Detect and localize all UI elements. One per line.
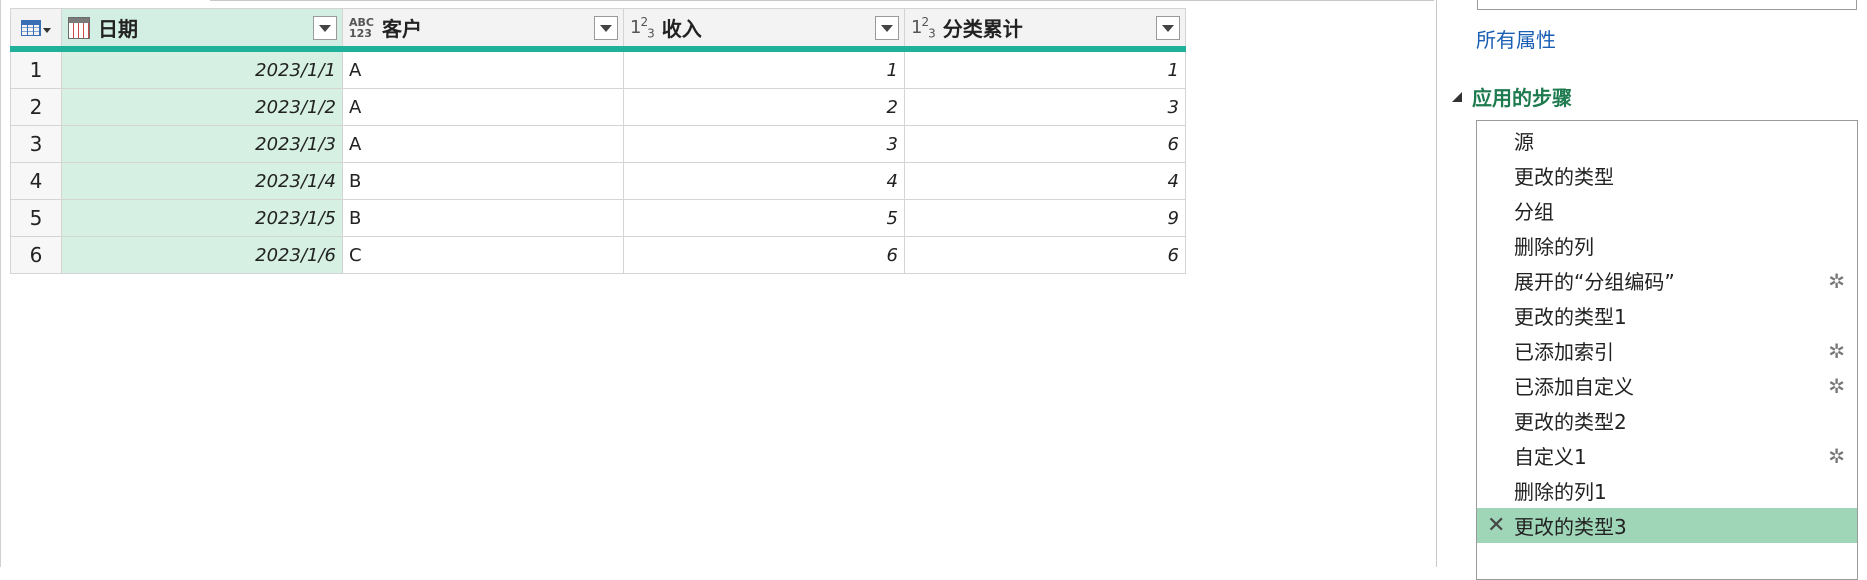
cell-date[interactable]: 2023/1/5 <box>61 199 343 237</box>
column-header-label: 日期 <box>98 17 138 41</box>
row-number: 2 <box>10 88 62 126</box>
step-label: 源 <box>1514 130 1534 154</box>
column-header-cumulative[interactable]: 123 分类累计 <box>904 8 1186 52</box>
step-label: 分组 <box>1514 200 1554 224</box>
step-label: 已添加自定义 <box>1514 375 1634 399</box>
cell-cumulative[interactable]: 9 <box>904 199 1186 237</box>
column-header-label: 分类累计 <box>942 17 1023 41</box>
cell-customer[interactable]: B <box>342 162 624 200</box>
step-item[interactable]: 更改的类型 <box>1477 158 1857 193</box>
step-item[interactable]: 分组 <box>1477 193 1857 228</box>
gear-icon[interactable]: ✲ <box>1828 269 1845 293</box>
step-item[interactable]: 已添加自定义 ✲ <box>1477 368 1857 403</box>
cell-date[interactable]: 2023/1/3 <box>61 125 343 163</box>
gear-icon[interactable]: ✲ <box>1828 339 1845 363</box>
column-header-date[interactable]: 日期 <box>61 8 343 52</box>
cell-income[interactable]: 5 <box>623 199 905 237</box>
cell-income[interactable]: 3 <box>623 125 905 163</box>
step-label: 自定义1 <box>1514 445 1587 469</box>
cell-date[interactable]: 2023/1/1 <box>61 48 343 89</box>
step-label: 更改的类型2 <box>1514 410 1627 434</box>
cell-income[interactable]: 1 <box>623 48 905 89</box>
cell-cumulative[interactable]: 1 <box>904 48 1186 89</box>
step-item[interactable]: 已添加索引 ✲ <box>1477 333 1857 368</box>
table-row[interactable]: 5 2023/1/5 B 5 9 <box>10 199 1186 237</box>
step-item-active[interactable]: ✕ 更改的类型3 <box>1477 508 1857 543</box>
step-item[interactable]: 删除的列 <box>1477 228 1857 263</box>
cell-cumulative[interactable]: 3 <box>904 88 1186 126</box>
table-row[interactable]: 4 2023/1/4 B 4 4 <box>10 162 1186 200</box>
step-item[interactable]: 更改的类型2 <box>1477 403 1857 438</box>
step-item[interactable]: 展开的“分组编码” ✲ <box>1477 263 1857 298</box>
column-header-income[interactable]: 123 收入 <box>623 8 905 52</box>
gear-icon[interactable]: ✲ <box>1828 374 1845 398</box>
step-label: 展开的“分组编码” <box>1514 270 1675 294</box>
calendar-type-icon[interactable] <box>68 16 90 39</box>
applied-steps-list: 源 更改的类型 分组 删除的列 展开的“分组编码” ✲ 更改的类型1 已添加索引… <box>1476 120 1858 580</box>
all-properties-link[interactable]: 所有属性 <box>1476 24 1556 53</box>
step-item[interactable]: 更改的类型1 <box>1477 298 1857 333</box>
table-row[interactable]: 6 2023/1/6 C 6 6 <box>10 236 1186 274</box>
filter-dropdown-button[interactable] <box>1156 16 1180 40</box>
gear-icon[interactable]: ✲ <box>1828 444 1845 468</box>
query-name-input[interactable] <box>1477 0 1857 10</box>
row-number: 6 <box>10 236 62 274</box>
column-header-label: 客户 <box>381 17 422 41</box>
filter-dropdown-button[interactable] <box>594 16 618 40</box>
table-row[interactable]: 1 2023/1/1 A 1 1 <box>10 48 1186 89</box>
step-item[interactable]: 自定义1 ✲ <box>1477 438 1857 473</box>
left-edge <box>0 0 1 567</box>
cell-income[interactable]: 4 <box>623 162 905 200</box>
step-label: 删除的列1 <box>1514 480 1607 504</box>
step-label: 已添加索引 <box>1514 340 1614 364</box>
cell-customer[interactable]: A <box>342 125 624 163</box>
number-type-icon[interactable]: 123 <box>630 16 655 40</box>
cell-customer[interactable]: B <box>342 199 624 237</box>
cell-cumulative[interactable]: 4 <box>904 162 1186 200</box>
table-options-corner[interactable] <box>10 8 62 52</box>
filter-dropdown-button[interactable] <box>313 16 337 40</box>
caret-down-icon <box>43 28 51 33</box>
top-divider <box>210 0 1434 1</box>
cell-date[interactable]: 2023/1/2 <box>61 88 343 126</box>
cell-date[interactable]: 2023/1/6 <box>61 236 343 274</box>
row-number: 3 <box>10 125 62 163</box>
cell-cumulative[interactable]: 6 <box>904 236 1186 274</box>
step-label: 更改的类型 <box>1514 165 1614 189</box>
cell-cumulative[interactable]: 6 <box>904 125 1186 163</box>
step-label: 更改的类型1 <box>1514 305 1627 329</box>
panel-splitter[interactable] <box>1436 0 1437 567</box>
filter-dropdown-button[interactable] <box>875 16 899 40</box>
collapse-triangle-icon[interactable] <box>1452 91 1462 102</box>
cell-date[interactable]: 2023/1/4 <box>61 162 343 200</box>
table-row[interactable]: 2 2023/1/2 A 2 3 <box>10 88 1186 126</box>
delete-step-icon[interactable]: ✕ <box>1487 513 1505 538</box>
applied-steps-header[interactable]: 应用的步骤 <box>1452 82 1572 111</box>
step-item[interactable]: 源 <box>1477 123 1857 158</box>
cell-income[interactable]: 2 <box>623 88 905 126</box>
data-grid: 日期 ABC 123 客户 123 收入 123 分类累计 1 2023/1/1… <box>10 8 1186 274</box>
applied-steps-title: 应用的步骤 <box>1472 86 1572 110</box>
step-label: 更改的类型3 <box>1514 515 1627 539</box>
step-label: 删除的列 <box>1514 235 1594 259</box>
row-number: 4 <box>10 162 62 200</box>
table-icon <box>21 19 41 36</box>
text-type-icon[interactable]: ABC 123 <box>349 17 374 39</box>
cell-customer[interactable]: A <box>342 48 624 89</box>
cell-customer[interactable]: A <box>342 88 624 126</box>
number-type-icon[interactable]: 123 <box>911 16 936 40</box>
row-number: 5 <box>10 199 62 237</box>
column-header-label: 收入 <box>661 17 702 41</box>
table-row[interactable]: 3 2023/1/3 A 3 6 <box>10 125 1186 163</box>
column-header-customer[interactable]: ABC 123 客户 <box>342 8 624 52</box>
step-item[interactable]: 删除的列1 <box>1477 473 1857 508</box>
cell-customer[interactable]: C <box>342 236 624 274</box>
cell-income[interactable]: 6 <box>623 236 905 274</box>
row-number: 1 <box>10 48 62 89</box>
